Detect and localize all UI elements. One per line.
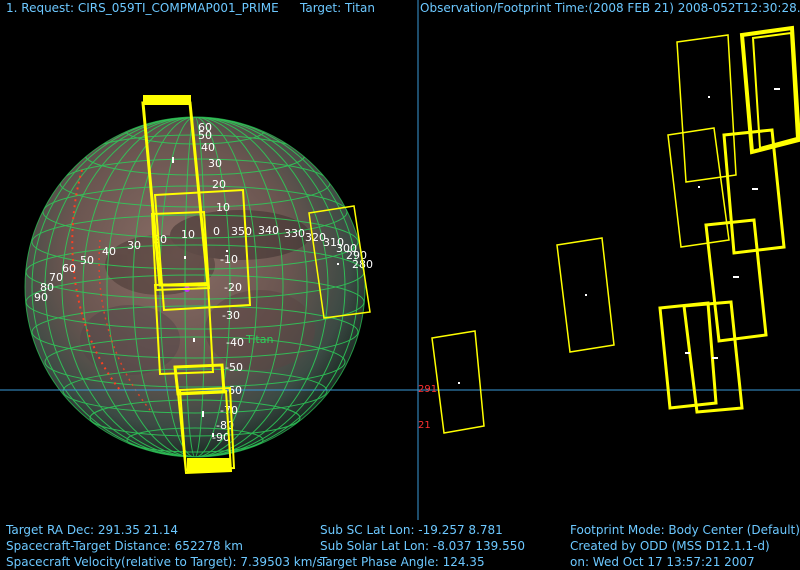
lat-label: -10 <box>220 253 238 266</box>
ra-axis-label: 291 <box>418 384 437 395</box>
lat-label: -70 <box>220 404 238 417</box>
lat-label: 20 <box>212 178 226 191</box>
sub-sc-lat-lon: Sub SC Lat Lon: -19.257 8.781 <box>320 523 503 537</box>
created-by: Created by ODD (MSS D12.1.1-d) <box>570 539 770 553</box>
spacecraft-velocity: Spacecraft Velocity(relative to Target):… <box>6 555 323 569</box>
lon-label: 50 <box>80 254 94 267</box>
sub-solar-lat-lon: Sub Solar Lat Lon: -8.037 139.550 <box>320 539 526 553</box>
footprints-right-panel[interactable] <box>431 25 800 434</box>
lat-label: 10 <box>216 201 230 214</box>
lon-label: 350 <box>231 225 252 238</box>
lon-label: 60 <box>62 262 76 275</box>
lon-label: 340 <box>258 224 279 237</box>
lat-label: -50 <box>225 361 243 374</box>
lon-label: 10 <box>181 228 195 241</box>
footprint-mode: Footprint Mode: Body Center (Default) <box>570 523 800 537</box>
lon-label: 330 <box>284 227 305 240</box>
titan-body-label: Titan <box>245 333 273 346</box>
lon-label: 70 <box>49 271 63 284</box>
lat-label: -40 <box>226 336 244 349</box>
target-phase-angle: Target Phase Angle: 124.35 <box>320 555 485 569</box>
dec-axis-label: 21 <box>418 420 431 431</box>
lat-label: -30 <box>222 309 240 322</box>
target-ra-dec: Target RA Dec: 291.35 21.14 <box>6 523 179 537</box>
lat-label: -90 <box>212 431 230 444</box>
lon-label: 30 <box>127 239 141 252</box>
spacecraft-target-distance: Spacecraft-Target Distance: 652278 km <box>6 539 243 553</box>
footprint-viewer[interactable]: 60 50 40 30 20 10 -10 -20 -30 -40 -50 -6… <box>0 0 800 520</box>
created-on: on: Wed Oct 17 13:57:21 2007 <box>570 555 755 569</box>
lat-label: 40 <box>201 141 215 154</box>
lat-label: -20 <box>224 281 242 294</box>
lon-label: 0 <box>213 225 220 238</box>
lat-label: 30 <box>208 157 222 170</box>
lon-label: 40 <box>102 245 116 258</box>
